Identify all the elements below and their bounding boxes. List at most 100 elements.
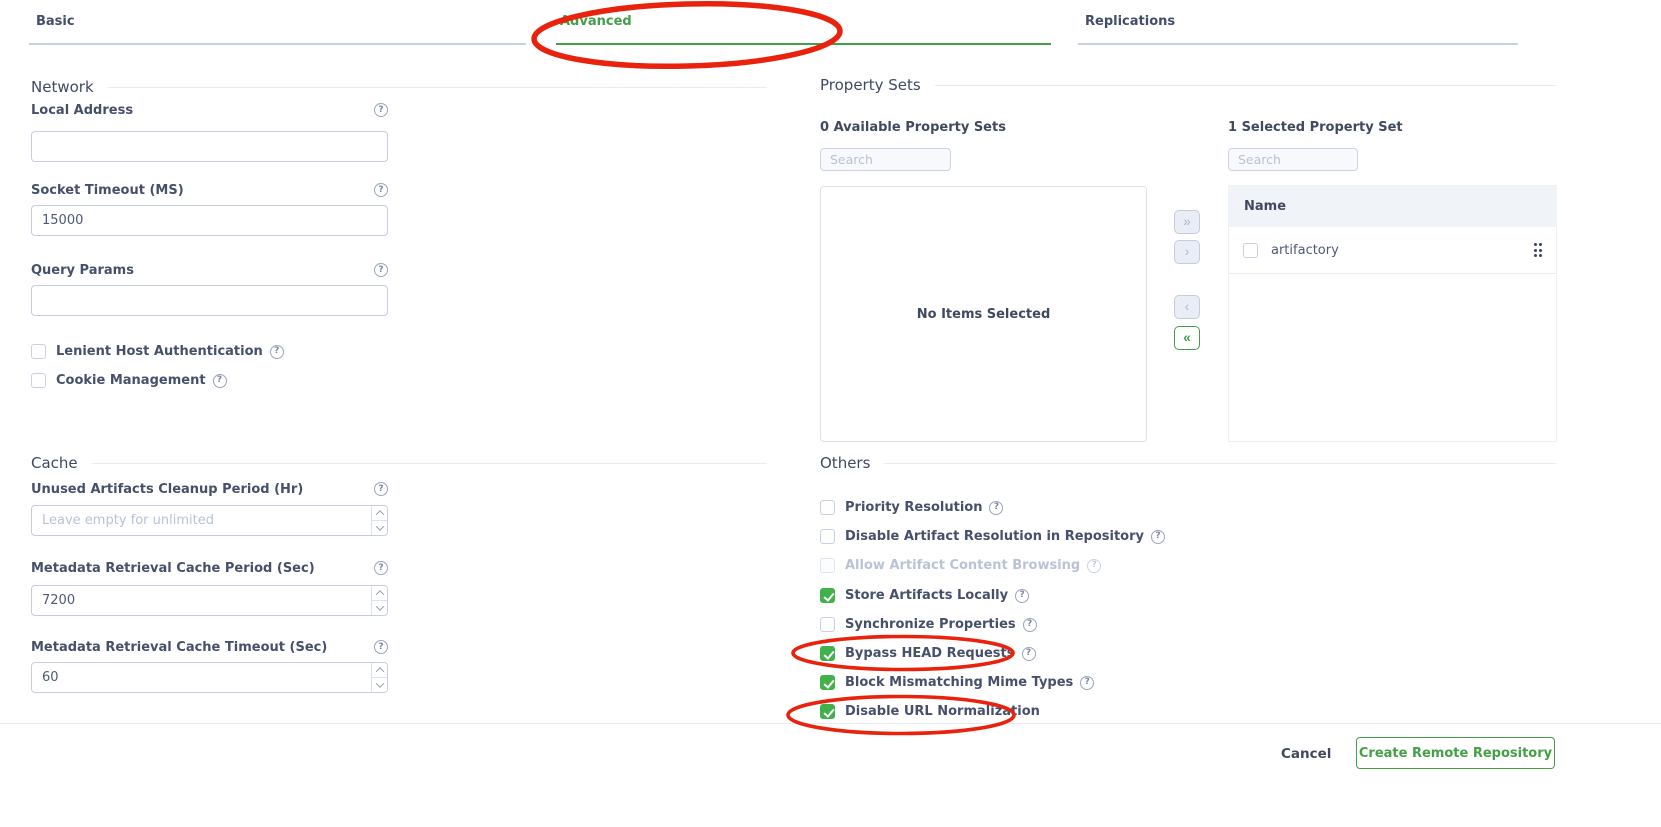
metadata-timeout-label: Metadata Retrieval Cache Timeout (Sec) [31, 640, 327, 655]
query-params-field: Query Params ? [31, 262, 388, 316]
lenient-host-auth-checkbox[interactable] [31, 344, 46, 359]
block-mismatching-mime-types-checkbox[interactable] [820, 675, 835, 690]
disable-artifact-resolution-checkbox[interactable] [820, 529, 835, 544]
help-icon[interactable]: ? [1022, 647, 1036, 661]
spinner-up-icon[interactable] [371, 506, 387, 521]
cache-heading-label: Cache [31, 454, 78, 472]
spinner-up-icon[interactable] [371, 586, 387, 601]
query-params-input[interactable] [31, 285, 388, 316]
available-search-input[interactable] [820, 148, 951, 171]
cache-section-heading: Cache [31, 454, 767, 472]
tab-basic[interactable]: Basic [29, 0, 526, 45]
checkbox-label: Allow Artifact Content Browsing [845, 558, 1080, 573]
drag-handle-icon[interactable] [1534, 243, 1543, 257]
section-divider [884, 463, 1556, 464]
checkbox-label: Bypass HEAD Requests [845, 646, 1015, 661]
checkbox-label: Block Mismatching Mime Types [845, 675, 1073, 690]
priority-resolution-checkbox[interactable] [820, 500, 835, 515]
help-icon[interactable]: ? [374, 640, 388, 654]
socket-timeout-field: Socket Timeout (MS) ? [31, 182, 388, 236]
property-sets-heading-label: Property Sets [820, 76, 921, 94]
section-divider [92, 463, 767, 464]
cleanup-period-field: Unused Artifacts Cleanup Period (Hr) ? [31, 481, 388, 536]
create-remote-repository-button[interactable]: Create Remote Repository [1356, 737, 1555, 769]
help-icon[interactable]: ? [270, 345, 284, 359]
lenient-host-auth-label: Lenient Host Authentication [56, 344, 263, 359]
disable-url-normalization-checkbox[interactable] [820, 704, 835, 719]
checkbox-label: Priority Resolution [845, 500, 982, 515]
create-remote-repository-form: Basic Advanced Replications Network Loca… [0, 0, 1661, 827]
available-property-sets-title: 0 Available Property Sets [820, 120, 1006, 135]
spinner-down-icon[interactable] [371, 521, 387, 535]
tab-basic-label: Basic [36, 14, 75, 29]
others-section-heading: Others [820, 454, 1556, 472]
selected-property-set-title: 1 Selected Property Set [1228, 120, 1403, 135]
help-icon[interactable]: ? [213, 374, 227, 388]
query-params-label: Query Params [31, 263, 134, 278]
help-icon[interactable]: ? [374, 183, 388, 197]
help-icon[interactable]: ? [1080, 676, 1094, 690]
help-icon[interactable]: ? [374, 482, 388, 496]
metadata-timeout-field: Metadata Retrieval Cache Timeout (Sec) ? [31, 639, 388, 693]
others-heading-label: Others [820, 454, 870, 472]
name-column-header: Name [1244, 199, 1286, 214]
help-icon[interactable]: ? [989, 501, 1003, 515]
section-divider [935, 85, 1556, 86]
help-icon[interactable]: ? [1087, 559, 1101, 573]
section-divider [108, 87, 767, 88]
help-icon[interactable]: ? [1151, 530, 1165, 544]
move-all-left-button[interactable]: « [1174, 326, 1200, 350]
synchronize-properties-checkbox[interactable] [820, 617, 835, 632]
local-address-field: Local Address ? [31, 102, 388, 162]
move-all-right-button[interactable]: » [1174, 210, 1200, 234]
cleanup-period-label: Unused Artifacts Cleanup Period (Hr) [31, 482, 303, 497]
metadata-period-input[interactable] [31, 585, 388, 616]
table-row[interactable]: artifactory [1229, 227, 1556, 274]
spinner-down-icon[interactable] [371, 601, 387, 615]
socket-timeout-label: Socket Timeout (MS) [31, 183, 184, 198]
no-items-selected-text: No Items Selected [917, 307, 1051, 322]
cookie-management-checkbox[interactable] [31, 373, 46, 388]
footer-divider [0, 723, 1661, 724]
tab-replications[interactable]: Replications [1078, 0, 1518, 45]
cleanup-period-input[interactable] [31, 505, 388, 536]
cookie-management-row: Cookie Management ? [31, 373, 227, 388]
bypass-head-requests-checkbox[interactable] [820, 646, 835, 661]
store-artifacts-locally-checkbox[interactable] [820, 588, 835, 603]
cookie-management-label: Cookie Management [56, 373, 206, 388]
spinner-down-icon[interactable] [371, 678, 387, 692]
metadata-period-field: Metadata Retrieval Cache Period (Sec) ? [31, 560, 388, 616]
available-list-box: No Items Selected [820, 186, 1147, 442]
help-icon[interactable]: ? [374, 103, 388, 117]
property-sets-section-heading: Property Sets [820, 76, 1556, 94]
checkbox-label: Store Artifacts Locally [845, 588, 1008, 603]
checkbox-label: Synchronize Properties [845, 617, 1016, 632]
selected-search-input[interactable] [1228, 148, 1358, 171]
local-address-input[interactable] [31, 131, 388, 162]
block-mismatching-mime-types-row: Block Mismatching Mime Types ? [820, 675, 1094, 690]
lenient-host-auth-row: Lenient Host Authentication ? [31, 344, 284, 359]
move-right-button[interactable]: › [1174, 240, 1200, 264]
metadata-timeout-input[interactable] [31, 662, 388, 693]
local-address-label: Local Address [31, 103, 133, 118]
network-heading-label: Network [31, 78, 94, 96]
tab-replications-label: Replications [1085, 14, 1175, 29]
move-left-button[interactable]: ‹ [1174, 295, 1200, 319]
bypass-head-requests-row: Bypass HEAD Requests ? [820, 646, 1036, 661]
help-icon[interactable]: ? [374, 263, 388, 277]
help-icon[interactable]: ? [1023, 618, 1037, 632]
help-icon[interactable]: ? [1015, 589, 1029, 603]
allow-artifact-content-browsing-checkbox [820, 558, 835, 573]
socket-timeout-input[interactable] [31, 205, 388, 236]
synchronize-properties-row: Synchronize Properties ? [820, 617, 1037, 632]
property-set-name: artifactory [1271, 243, 1339, 258]
table-header-row: Name [1228, 185, 1557, 227]
network-section-heading: Network [31, 78, 767, 96]
cancel-button[interactable]: Cancel [1281, 741, 1331, 766]
checkbox-label: Disable Artifact Resolution in Repositor… [845, 529, 1144, 544]
help-icon[interactable]: ? [374, 561, 388, 575]
row-checkbox[interactable] [1243, 243, 1258, 258]
tab-advanced-label: Advanced [560, 14, 632, 29]
tab-advanced[interactable]: Advanced [556, 0, 1051, 45]
spinner-up-icon[interactable] [371, 663, 387, 678]
